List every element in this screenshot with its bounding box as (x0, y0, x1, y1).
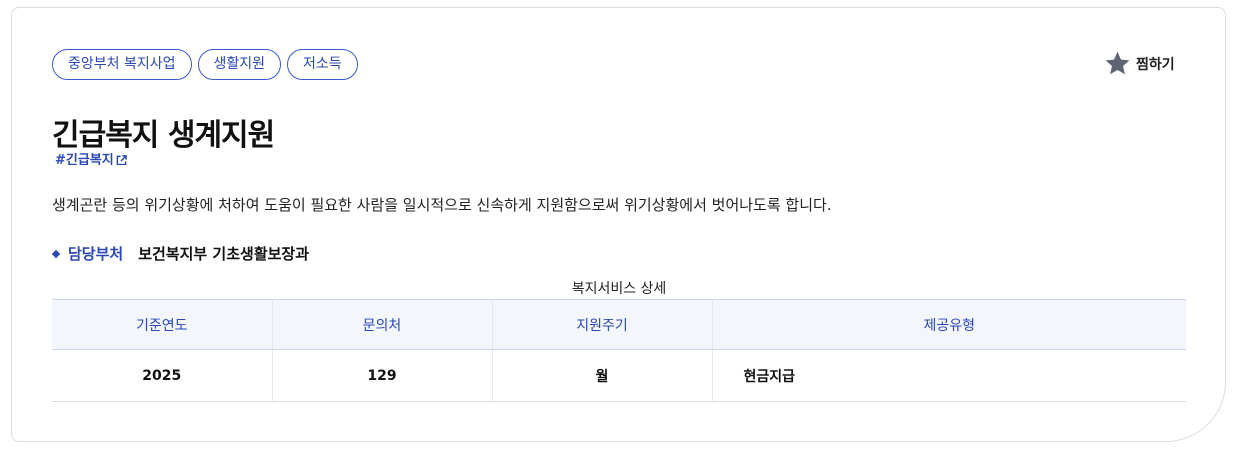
header-support-cycle: 지원주기 (492, 299, 713, 350)
page-title: 긴급복지 생계지원 (52, 118, 275, 153)
cell-support-cycle: 월 (492, 349, 713, 402)
header-provision-type: 제공유형 (712, 299, 1186, 350)
tag-living-support[interactable]: 생활지원 (197, 49, 282, 80)
external-link-icon (116, 155, 127, 165)
star-icon (1105, 51, 1130, 75)
category-tags: 중앙부처 복지사업 생활지원 저소득 (52, 49, 358, 80)
table-caption: 복지서비스 상세 (571, 281, 667, 297)
diamond-bullet-icon (51, 249, 61, 258)
cell-provision-type: 현금지급 (712, 349, 1186, 402)
header-base-year: 기준연도 (52, 299, 273, 350)
service-detail-table: 기준연도 문의처 지원주기 제공유형 2025 129 월 현금지급 (52, 299, 1186, 402)
table-header-row: 기준연도 문의처 지원주기 제공유형 (52, 299, 1186, 350)
department-label: 담당부처 (68, 245, 124, 263)
tag-low-income[interactable]: 저소득 (287, 49, 358, 80)
tag-central-welfare[interactable]: 중앙부처 복지사업 (52, 49, 192, 80)
cell-contact: 129 (272, 349, 493, 402)
header-contact: 문의처 (272, 299, 493, 350)
hashtag-link[interactable]: #긴급복지 (55, 153, 127, 165)
cell-base-year: 2025 (52, 349, 273, 402)
hashtag-label: #긴급복지 (55, 153, 114, 165)
department-info: 담당부처 보건복지부 기초생활보장과 (51, 243, 310, 264)
service-description: 생계곤란 등의 위기상황에 처하여 도움이 필요한 사람을 일시적으로 신속하게… (52, 196, 832, 214)
favorite-button[interactable]: 찜하기 (1104, 50, 1175, 77)
department-value: 보건복지부 기초생활보장과 (138, 245, 310, 263)
table-row: 2025 129 월 현금지급 (52, 349, 1186, 402)
favorite-label: 찜하기 (1136, 56, 1175, 73)
